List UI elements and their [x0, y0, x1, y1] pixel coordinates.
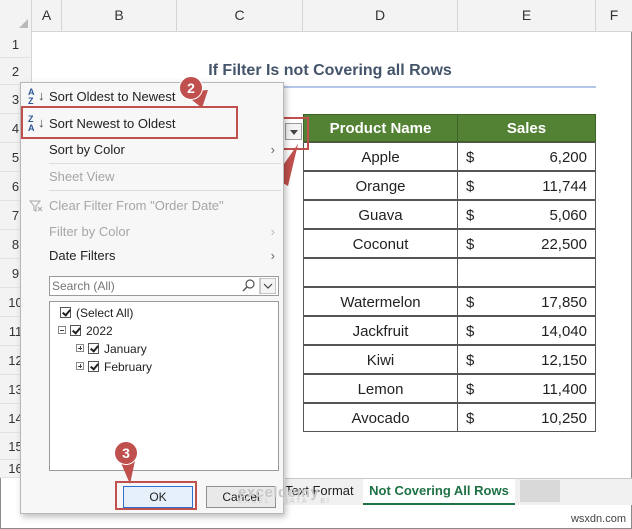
column-header-d[interactable]: D	[303, 0, 458, 31]
row-header-1[interactable]: 1	[0, 31, 32, 58]
sales-amount: 5,060	[549, 207, 587, 224]
menu-label: Clear Filter From "Order Date"	[49, 198, 224, 213]
cell-product-name[interactable]: Lemon	[303, 374, 458, 403]
cell-product-name[interactable]: Watermelon	[303, 287, 458, 316]
watermark-tagline: EXCEL · DATA · BI	[238, 498, 331, 505]
sheet-tab-bar: Text Format Not Covering All Rows	[285, 478, 632, 505]
menu-sheet-view: Sheet View	[21, 165, 283, 189]
menu-label: Filter by Color	[49, 224, 130, 239]
sales-amount: 12,150	[541, 352, 587, 369]
cell-sales[interactable]: $17,850	[457, 287, 596, 316]
checkbox-checked-icon[interactable]	[60, 307, 71, 318]
currency-symbol: $	[466, 381, 475, 398]
menu-label: Sort by Color	[49, 142, 125, 157]
cell-product-name[interactable]: Coconut	[303, 229, 458, 258]
cell-product-name[interactable]: Avocado	[303, 403, 458, 432]
currency-symbol: $	[466, 236, 475, 253]
sales-amount: 11,400	[542, 381, 587, 398]
submenu-arrow-icon: ›	[270, 224, 275, 239]
filter-search-box	[49, 276, 279, 296]
column-header-row: A B C D E F	[0, 0, 632, 32]
cell-sales[interactable]: $11,400	[457, 374, 596, 403]
cell-product-name[interactable]: Orange	[303, 171, 458, 200]
exceldemy-watermark: exceldemy EXCEL · DATA · BI	[238, 484, 331, 505]
expand-toggle-icon[interactable]	[76, 362, 84, 370]
cell-sales[interactable]: $14,040	[457, 316, 596, 345]
sales-amount: 22,500	[541, 236, 587, 253]
cell-product-name[interactable]	[303, 258, 458, 287]
cell-product-name[interactable]: Guava	[303, 200, 458, 229]
menu-filter-by-color: Filter by Color ›	[21, 220, 283, 244]
cell-sales[interactable]: $22,500	[457, 229, 596, 258]
callout-badge-2: 2	[179, 76, 203, 100]
menu-sort-by-color[interactable]: Sort by Color ›	[21, 138, 283, 162]
cell-product-name[interactable]: Jackfruit	[303, 316, 458, 345]
cell-product-name[interactable]: Kiwi	[303, 345, 458, 374]
callout-badge-3: 3	[114, 441, 138, 465]
site-credit: wsxdn.com	[570, 513, 626, 525]
row-header-2[interactable]: 2	[0, 58, 32, 85]
column-header-e[interactable]: E	[458, 0, 596, 31]
list-item-label: January	[104, 342, 147, 356]
filter-search-input[interactable]	[52, 278, 242, 294]
filter-value-list: (Select All) 2022 January February	[49, 301, 279, 471]
menu-label: Sheet View	[49, 169, 115, 184]
expand-toggle-icon[interactable]	[76, 344, 84, 352]
sales-amount: 10,250	[541, 410, 587, 427]
cell-sales[interactable]: $11,744	[457, 171, 596, 200]
submenu-arrow-icon: ›	[270, 248, 275, 263]
sales-amount: 11,744	[542, 178, 587, 195]
submenu-arrow-icon: ›	[270, 142, 275, 157]
currency-symbol: $	[466, 323, 475, 340]
menu-label: Date Filters	[49, 248, 116, 263]
sort-ascending-icon: A Z ↓	[28, 87, 45, 106]
header-product-name[interactable]: Product Name	[303, 114, 458, 142]
select-all-corner[interactable]	[0, 0, 32, 31]
list-item-label: 2022	[86, 324, 113, 338]
cell-sales[interactable]	[457, 258, 596, 287]
sales-amount: 6,200	[549, 149, 587, 166]
column-header-a[interactable]: A	[32, 0, 62, 31]
menu-separator	[49, 163, 281, 164]
column-header-b[interactable]: B	[62, 0, 177, 31]
collapse-toggle-icon[interactable]	[58, 326, 66, 334]
column-header-c[interactable]: C	[177, 0, 303, 31]
currency-symbol: $	[466, 294, 475, 311]
cell-product-name[interactable]: Apple	[303, 142, 458, 171]
clear-filter-icon	[29, 200, 43, 212]
currency-symbol: $	[466, 410, 475, 427]
currency-symbol: $	[466, 352, 475, 369]
list-item-label: February	[104, 360, 153, 374]
currency-symbol: $	[466, 178, 475, 195]
cell-sales[interactable]: $10,250	[457, 403, 596, 432]
tab-scroll-area	[520, 480, 560, 502]
cell-sales[interactable]: $6,200	[457, 142, 596, 171]
cell-sales[interactable]: $12,150	[457, 345, 596, 374]
checkbox-checked-icon[interactable]	[70, 325, 81, 336]
checkbox-checked-icon[interactable]	[88, 361, 99, 372]
currency-symbol: $	[466, 149, 475, 166]
cell-sales[interactable]: $5,060	[457, 200, 596, 229]
sales-amount: 17,850	[541, 294, 587, 311]
search-icon[interactable]	[240, 278, 276, 294]
filter-dropdown-menu: A Z ↓ Sort Oldest to Newest Z A ↓ Sort Newes…	[20, 82, 284, 514]
sales-amount: 14,040	[541, 323, 587, 340]
checkbox-checked-icon[interactable]	[88, 343, 99, 354]
sheet-tab-not-covering-all-rows[interactable]: Not Covering All Rows	[363, 479, 515, 505]
menu-date-filters[interactable]: Date Filters ›	[21, 244, 283, 268]
column-header-f[interactable]: F	[596, 0, 632, 31]
header-sales[interactable]: Sales	[457, 114, 596, 142]
currency-symbol: $	[466, 207, 475, 224]
menu-separator	[49, 190, 281, 191]
menu-clear-filter: Clear Filter From "Order Date"	[21, 194, 283, 218]
list-item-label: (Select All)	[76, 306, 134, 320]
